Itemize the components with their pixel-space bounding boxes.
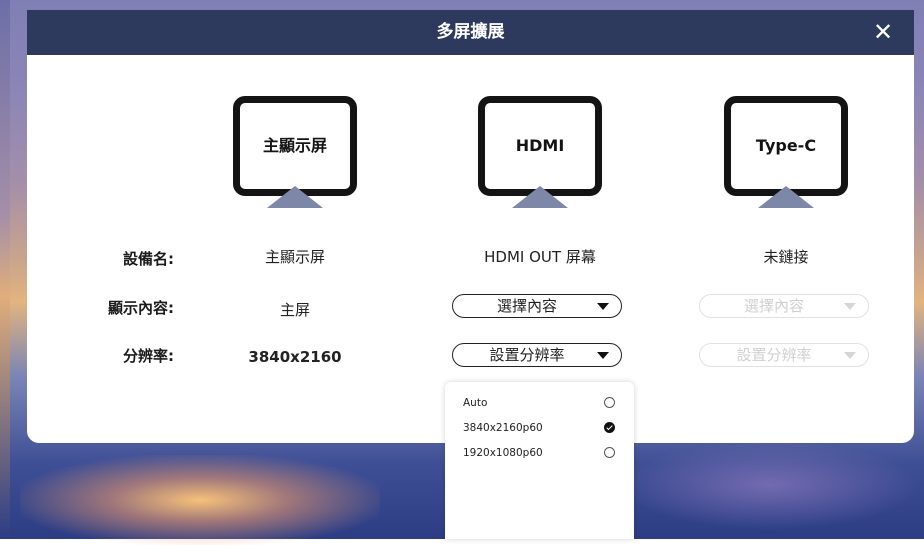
resolution-label: 分辨率: [123,347,174,365]
monitor-main-icon: 主顯示屏 [233,96,357,208]
multi-screen-dialog: 多屏擴展 ✕ 主顯示屏 HDMI Type-C 設備名: 主顯示屏 HDMI O… [27,10,914,443]
monitor-label-hdmi: HDMI [515,136,565,155]
resolution-main: 3840x2160 [248,348,342,366]
radio-icon[interactable] [604,397,615,408]
resolution-option-3840[interactable]: 3840x2160p60 [445,417,634,441]
monitor-stand [758,186,814,208]
typec-content-select: 選擇內容 [699,294,869,318]
resolution-dropdown: Auto 3840x2160p60 1920x1080p60 [445,382,634,539]
display-content-label: 顯示內容: [108,299,174,317]
device-name-label: 設備名: [123,250,174,268]
monitor-stand [512,186,568,208]
wallpaper-edge [0,0,10,539]
wallpaper-glow-right [620,440,920,530]
monitor-typec-icon: Type-C [724,96,848,208]
hdmi-resolution-select[interactable]: 設置分辨率 [452,343,622,367]
radio-icon[interactable] [604,447,615,458]
chevron-down-icon [844,303,856,310]
resolution-option-1920[interactable]: 1920x1080p60 [445,442,634,466]
chevron-down-icon [597,303,609,310]
monitor-hdmi-icon: HDMI [478,96,602,208]
hdmi-content-select-value: 選擇內容 [496,297,557,315]
resolution-option-auto[interactable]: Auto [445,392,634,416]
close-icon[interactable]: ✕ [870,19,896,45]
typec-content-select-value: 選擇內容 [743,297,804,315]
device-name-typec: 未鏈接 [763,248,809,266]
display-content-main: 主屏 [279,301,310,319]
option-label: Auto [463,397,488,409]
monitor-label-main: 主顯示屏 [262,136,327,155]
device-name-main: 主顯示屏 [264,248,325,266]
monitor-label-typec: Type-C [755,136,817,155]
typec-resolution-select-value: 設置分辨率 [736,346,812,364]
monitor-stand [267,186,323,208]
device-name-hdmi: HDMI OUT 屏幕 [484,248,596,266]
typec-resolution-select: 設置分辨率 [699,343,869,367]
chevron-down-icon [597,352,609,359]
radio-checked-icon[interactable] [604,422,615,433]
hdmi-content-select[interactable]: 選擇內容 [452,294,622,318]
dialog-title: 多屏擴展 [436,22,505,42]
hdmi-resolution-select-value: 設置分辨率 [489,346,565,364]
option-label: 1920x1080p60 [463,447,543,459]
chevron-down-icon [844,352,856,359]
wallpaper-glow [20,455,380,545]
dialog-title-bar: 多屏擴展 ✕ [27,10,914,55]
option-label: 3840x2160p60 [463,422,543,434]
